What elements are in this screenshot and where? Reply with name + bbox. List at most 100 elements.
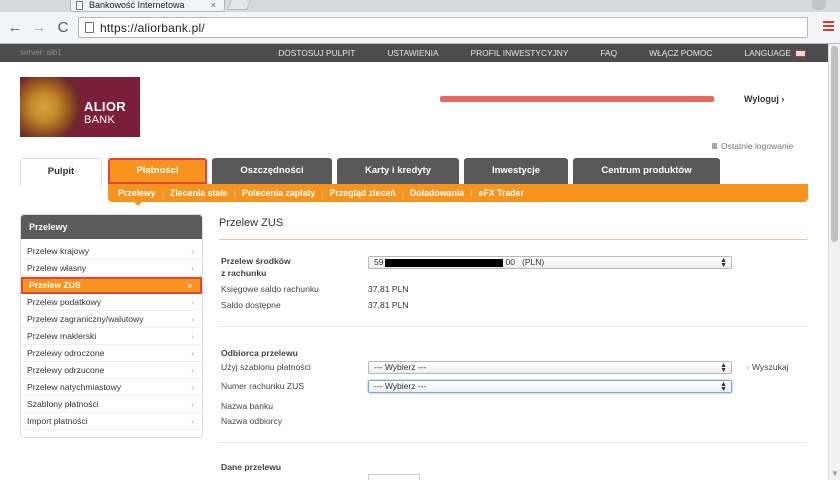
- book-balance-label: Księgowe saldo rachunku: [221, 284, 319, 294]
- tab-payments[interactable]: Płatności: [108, 158, 207, 184]
- sidebar-item-instant[interactable]: Przelew natychmiastowy ›: [21, 379, 202, 396]
- logo-subtext: BANK: [84, 114, 116, 126]
- tab-investments[interactable]: Inwestycje: [464, 158, 568, 184]
- sidebar-item-zus[interactable]: Przelew ZUS »: [21, 277, 202, 294]
- subtab-direct-debits[interactable]: Polecenia zapłaty: [242, 188, 315, 198]
- active-subtab-pointer: [134, 202, 142, 206]
- sidebar-item-foreign[interactable]: Przelew zagraniczny/walutowy ›: [21, 311, 202, 328]
- last-login-link[interactable]: Ostatnie logowanie: [712, 141, 793, 151]
- sidebar-item-tax[interactable]: Przelew podatkowy ›: [21, 294, 202, 311]
- masked-account-number: [385, 258, 504, 267]
- sub-nav: Przelewy | Zlecenia stałe | Polecenia zapł…: [108, 184, 808, 202]
- reload-icon[interactable]: C: [54, 19, 72, 37]
- zus-account-select-value: --- Wybierz ---: [374, 381, 427, 391]
- transfer-form: Przelew ZUS Przelew środków z rachunku 5…: [219, 214, 807, 480]
- template-select[interactable]: --- Wybierz --- ▲ ▼: [368, 361, 732, 374]
- sidebar-item-import[interactable]: Import płatności ›: [21, 413, 202, 430]
- sidebar-item-templates[interactable]: Szablony płatności ›: [21, 396, 202, 413]
- chevron-right-icon: ›: [191, 400, 194, 409]
- sidebar-item-deferred[interactable]: Przelewy odroczone ›: [21, 345, 202, 362]
- logout-link[interactable]: Wyloguj ›: [744, 94, 784, 104]
- account-currency: (PLN): [522, 257, 545, 267]
- available-balance-label: Saldo dostępne: [221, 300, 281, 310]
- language-label: LANGUAGE: [744, 48, 791, 58]
- sidebar-item-label: Szablony płatności: [27, 399, 99, 409]
- sidebar-item-label: Przelew ZUS: [29, 280, 81, 290]
- close-icon[interactable]: ×: [211, 0, 216, 11]
- sidebar-item-brokerage[interactable]: Przelew maklerski ›: [21, 328, 202, 345]
- select-arrows-icon: ▲ ▼: [720, 381, 727, 393]
- new-tab-button[interactable]: [227, 0, 251, 10]
- last-login-label: Ostatnie logowanie: [721, 141, 794, 151]
- url-text[interactable]: https://aliorbank.pl/: [100, 21, 205, 35]
- chevron-right-icon: ›: [191, 366, 194, 375]
- select-arrows-icon: ▲ ▼: [720, 362, 727, 374]
- address-bar[interactable]: https://aliorbank.pl/: [78, 17, 808, 38]
- source-account-label-2: z rachunku: [221, 268, 267, 278]
- sidebar-item-domestic[interactable]: Przelew krajowy ›: [21, 243, 202, 260]
- top-nav: DOSTOSUJ PULPIT USTAWIENIA PROFIL INWEST…: [246, 44, 806, 62]
- subtab-efx-trader[interactable]: eFX Trader: [478, 188, 523, 198]
- chevron-right-icon: ›: [191, 383, 194, 392]
- account-suffix: 00: [505, 257, 515, 267]
- sidebar-item-label: Przelewy odrzucone: [27, 365, 105, 375]
- topnav-investment-profile[interactable]: PROFIL INWESTYCYJNY: [471, 44, 569, 62]
- sidebar: Przelewy Przelew krajowy › Przelew własny…: [20, 214, 203, 438]
- search-link-label: Wyszukaj: [751, 362, 789, 372]
- page-icon: [76, 1, 83, 10]
- flag-icon: [795, 50, 806, 58]
- subtab-order-review[interactable]: Przegląd zleceń: [330, 188, 396, 198]
- search-link[interactable]: › Wyszukaj: [746, 362, 789, 372]
- logo-text: ALIOR: [84, 99, 126, 114]
- subtab-transfers[interactable]: Przelewy: [118, 188, 156, 198]
- page-icon: [85, 22, 94, 33]
- topnav-faq[interactable]: FAQ: [600, 44, 617, 62]
- recipient-heading: Odbiorca przelewu: [221, 348, 298, 358]
- divider: [219, 442, 807, 443]
- chevron-right-icon: ›: [746, 362, 749, 372]
- bank-name-label: Nazwa banku: [221, 401, 274, 411]
- menu-icon[interactable]: [823, 21, 834, 33]
- profile-icon[interactable]: [812, 0, 826, 10]
- topnav-help[interactable]: WŁĄCZ POMOC: [649, 44, 712, 62]
- tab-pulpit[interactable]: Pulpit: [20, 158, 102, 186]
- browser-tab[interactable]: Bankowość Internetowa ×: [70, 0, 225, 12]
- sidebar-list: Przelew krajowy › Przelew własny › Przelew…: [21, 239, 202, 430]
- separator: |: [321, 188, 324, 198]
- topnav-customize[interactable]: DOSTOSUJ PULPIT: [278, 44, 355, 62]
- alior-logo[interactable]: ALIOR BANK: [20, 77, 140, 137]
- tab-savings[interactable]: Oszczędności: [212, 158, 332, 184]
- back-arrow-icon[interactable]: ←: [6, 19, 24, 37]
- forward-arrow-icon[interactable]: →: [30, 19, 48, 37]
- sidebar-item-label: Przelew podatkowy: [27, 297, 102, 307]
- transfer-data-heading: Dane przelewu: [221, 462, 282, 472]
- sidebar-item-label: Import płatności: [27, 416, 88, 426]
- scroll-down-arrow-icon[interactable]: ▼: [831, 469, 839, 478]
- topnav-settings[interactable]: USTAWIENIA: [387, 44, 438, 62]
- chevron-right-icon: ›: [191, 264, 194, 273]
- chevron-right-icon: ›: [191, 298, 194, 307]
- sidebar-item-rejected[interactable]: Przelewy odrzucone ›: [21, 362, 202, 379]
- main-tabs: Pulpit Płatności Oszczędności Karty i kr…: [20, 158, 808, 186]
- subtab-topups[interactable]: Doładowania: [410, 188, 464, 198]
- chevron-right-icon: ›: [191, 332, 194, 341]
- tab-product-center[interactable]: Centrum produktów: [573, 158, 720, 184]
- topnav-language[interactable]: LANGUAGE: [744, 44, 806, 62]
- subtab-standing-orders[interactable]: Zlecenia stałe: [170, 188, 228, 198]
- sidebar-title: Przelewy: [21, 215, 202, 239]
- account-prefix: 59: [374, 257, 384, 267]
- server-label: server: alb1: [20, 48, 62, 57]
- divider: [219, 326, 807, 327]
- scrollbar[interactable]: ▼: [828, 44, 840, 480]
- sidebar-item-label: Przelew maklerski: [27, 331, 97, 341]
- page-title: Przelew ZUS: [219, 214, 807, 240]
- scrollbar-thumb[interactable]: [831, 46, 838, 242]
- lock-icon: [712, 143, 717, 149]
- zus-account-select[interactable]: --- Wybierz --- ▲ ▼: [368, 380, 732, 393]
- transfer-data-field[interactable]: [368, 474, 420, 480]
- tab-cards-loans[interactable]: Karty i kredyty: [337, 158, 459, 184]
- template-label: Użyj szablonu płatności: [221, 362, 311, 372]
- source-account-select[interactable]: 59 00 (PLN) ▲ ▼: [368, 256, 732, 269]
- sidebar-item-own[interactable]: Przelew własny ›: [21, 260, 202, 277]
- chevron-right-icon: ›: [191, 349, 194, 358]
